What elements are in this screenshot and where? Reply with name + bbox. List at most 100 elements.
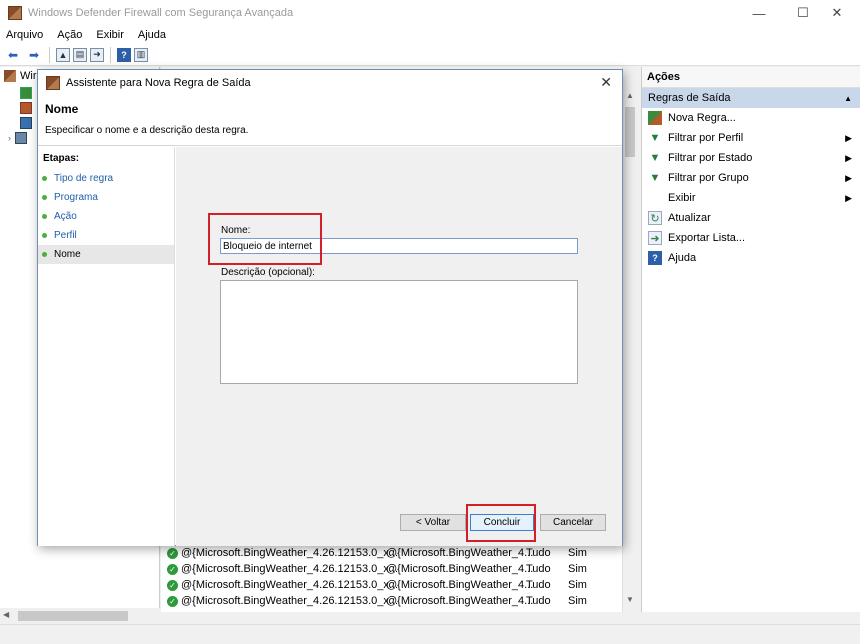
rule-name: @{Microsoft.BingWeather_4.26.12153.0_x..…	[181, 579, 399, 591]
action-view[interactable]: Exibir ▶	[642, 188, 860, 208]
step-label: Ação	[54, 211, 77, 222]
submenu-arrow-icon: ▶	[845, 192, 852, 203]
rule-name: @{Microsoft.BingWeather_4.26.12153.0_x..…	[181, 547, 399, 559]
step-bullet-icon	[42, 176, 47, 181]
filter-icon: ▼	[649, 132, 661, 144]
submenu-arrow-icon: ▶	[845, 152, 852, 163]
monitoring-icon	[15, 132, 27, 144]
tree-item-monitoring[interactable]: ›	[8, 132, 27, 144]
help-icon[interactable]: ?	[117, 47, 131, 62]
help-icon: ?	[648, 251, 662, 265]
step-name[interactable]: Nome	[38, 245, 174, 264]
scroll-left-icon[interactable]: ◀	[3, 610, 9, 619]
step-rule-type[interactable]: Tipo de regra	[38, 169, 174, 188]
action-pane-icon[interactable]: ▥	[134, 47, 148, 62]
actions-header: Ações	[642, 67, 860, 88]
list-vertical-scrollbar[interactable]: ▲ ▼	[622, 67, 637, 612]
rule-group: @{Microsoft.BingWeather_4...	[386, 547, 534, 559]
action-filter-group[interactable]: ▼ Filtrar por Grupo ▶	[642, 168, 860, 188]
tree-root-label: Wir	[20, 70, 37, 82]
table-row[interactable]: ✓ @{Microsoft.BingWeather_4.26.12153.0_x…	[167, 545, 587, 561]
refresh-icon: ↻	[648, 211, 662, 225]
scroll-down-icon[interactable]: ▼	[626, 595, 634, 604]
step-program[interactable]: Programa	[38, 188, 174, 207]
rule-group: @{Microsoft.BingWeather_4...	[386, 579, 534, 591]
scrollbar-thumb[interactable]	[625, 107, 635, 157]
filter-icon: ▼	[649, 172, 661, 184]
firewall-icon	[46, 76, 60, 90]
forward-arrow-icon[interactable]: ➡	[25, 47, 43, 63]
back-button[interactable]: < Voltar	[400, 514, 466, 531]
action-filter-state[interactable]: ▼ Filtrar por Estado ▶	[642, 148, 860, 168]
actions-section-outbound[interactable]: Regras de Saída ▲	[642, 88, 860, 108]
firewall-app-icon	[8, 6, 22, 20]
new-rule-icon	[648, 111, 662, 125]
tree-item-outbound[interactable]	[20, 102, 32, 114]
menu-exibir[interactable]: Exibir	[96, 29, 124, 41]
tree-item-connection-security[interactable]	[20, 117, 32, 129]
table-row[interactable]: ✓ @{Microsoft.BingWeather_4.26.12153.0_x…	[167, 577, 587, 593]
up-folder-icon[interactable]: ▲	[56, 47, 70, 62]
toolbar-separator	[110, 46, 111, 63]
step-profile[interactable]: Perfil	[38, 226, 174, 245]
submenu-arrow-icon: ▶	[845, 132, 852, 143]
step-action[interactable]: Ação	[38, 207, 174, 226]
dialog-header: Nome Especificar o nome e a descrição de…	[38, 96, 622, 146]
menu-bar: Arquivo Ação Exibir Ajuda	[0, 26, 860, 44]
action-new-rule[interactable]: Nova Regra...	[642, 108, 860, 128]
rule-enabled: Sim	[568, 563, 587, 575]
dialog-close-button[interactable]: ✕	[600, 74, 612, 91]
dialog-titlebar: Assistente para Nova Regra de Saída ✕	[38, 70, 622, 96]
menu-arquivo[interactable]: Arquivo	[6, 29, 43, 41]
action-refresh[interactable]: ↻ Atualizar	[642, 208, 860, 228]
show-hide-tree-icon[interactable]: ▤	[73, 47, 87, 62]
filter-icon: ▼	[649, 152, 661, 164]
enabled-check-icon: ✓	[167, 595, 178, 607]
close-window-button[interactable]: ✕	[814, 0, 860, 26]
step-bullet-icon	[42, 214, 47, 219]
connection-security-icon	[20, 117, 32, 129]
action-export[interactable]: ➜ Exportar Lista...	[642, 228, 860, 248]
window-titlebar: Windows Defender Firewall com Segurança …	[0, 0, 860, 26]
step-bullet-icon	[42, 233, 47, 238]
tree-item-inbound[interactable]	[20, 87, 32, 99]
wizard-content: Nome: Bloqueio de internet Descrição (op…	[176, 147, 622, 546]
rule-enabled: Sim	[568, 579, 587, 591]
step-bullet-icon	[42, 195, 47, 200]
submenu-arrow-icon: ▶	[845, 172, 852, 183]
dialog-heading: Nome	[45, 102, 79, 116]
action-filter-profile[interactable]: ▼ Filtrar por Perfil ▶	[642, 128, 860, 148]
action-help[interactable]: ? Ajuda	[642, 248, 860, 268]
enabled-check-icon: ✓	[167, 563, 178, 575]
enabled-check-icon: ✓	[167, 547, 178, 559]
action-label: Nova Regra...	[668, 112, 736, 124]
minimize-button[interactable]: —	[736, 0, 782, 26]
step-label: Nome	[54, 249, 81, 260]
dialog-title: Assistente para Nova Regra de Saída	[66, 77, 251, 89]
description-label: Descrição (opcional):	[221, 267, 315, 278]
rule-group: @{Microsoft.BingWeather_4...	[386, 563, 534, 575]
step-label: Perfil	[54, 230, 77, 241]
table-row[interactable]: ✓ @{Microsoft.BingWeather_4.26.12153.0_x…	[167, 561, 587, 577]
toolbar-separator	[49, 46, 50, 63]
rule-name: @{Microsoft.BingWeather_4.26.12153.0_x..…	[181, 595, 399, 607]
description-textarea[interactable]	[220, 280, 578, 384]
actions-section-label: Regras de Saída	[648, 92, 731, 104]
menu-acao[interactable]: Ação	[57, 29, 82, 41]
step-label: Programa	[54, 192, 98, 203]
scrollbar-thumb[interactable]	[18, 611, 128, 621]
highlight-finish-button	[466, 504, 536, 542]
collapse-triangle-icon[interactable]: ▲	[844, 94, 852, 103]
rule-profile: Tudo	[526, 547, 551, 559]
scroll-up-icon[interactable]: ▲	[626, 91, 634, 100]
back-arrow-icon[interactable]: ⬅	[4, 47, 22, 63]
tree-root[interactable]: Wir	[4, 70, 37, 82]
table-row[interactable]: ✓ @{Microsoft.BingWeather_4.26.12153.0_x…	[167, 593, 587, 609]
menu-ajuda[interactable]: Ajuda	[138, 29, 166, 41]
cancel-button[interactable]: Cancelar	[540, 514, 606, 531]
export-list-icon[interactable]: ➜	[90, 47, 104, 62]
outbound-rules-icon	[20, 102, 32, 114]
expand-chevron-icon[interactable]: ›	[8, 133, 11, 143]
action-label: Filtrar por Perfil	[668, 132, 744, 144]
tree-horizontal-scrollbar[interactable]: ◀	[0, 608, 160, 624]
